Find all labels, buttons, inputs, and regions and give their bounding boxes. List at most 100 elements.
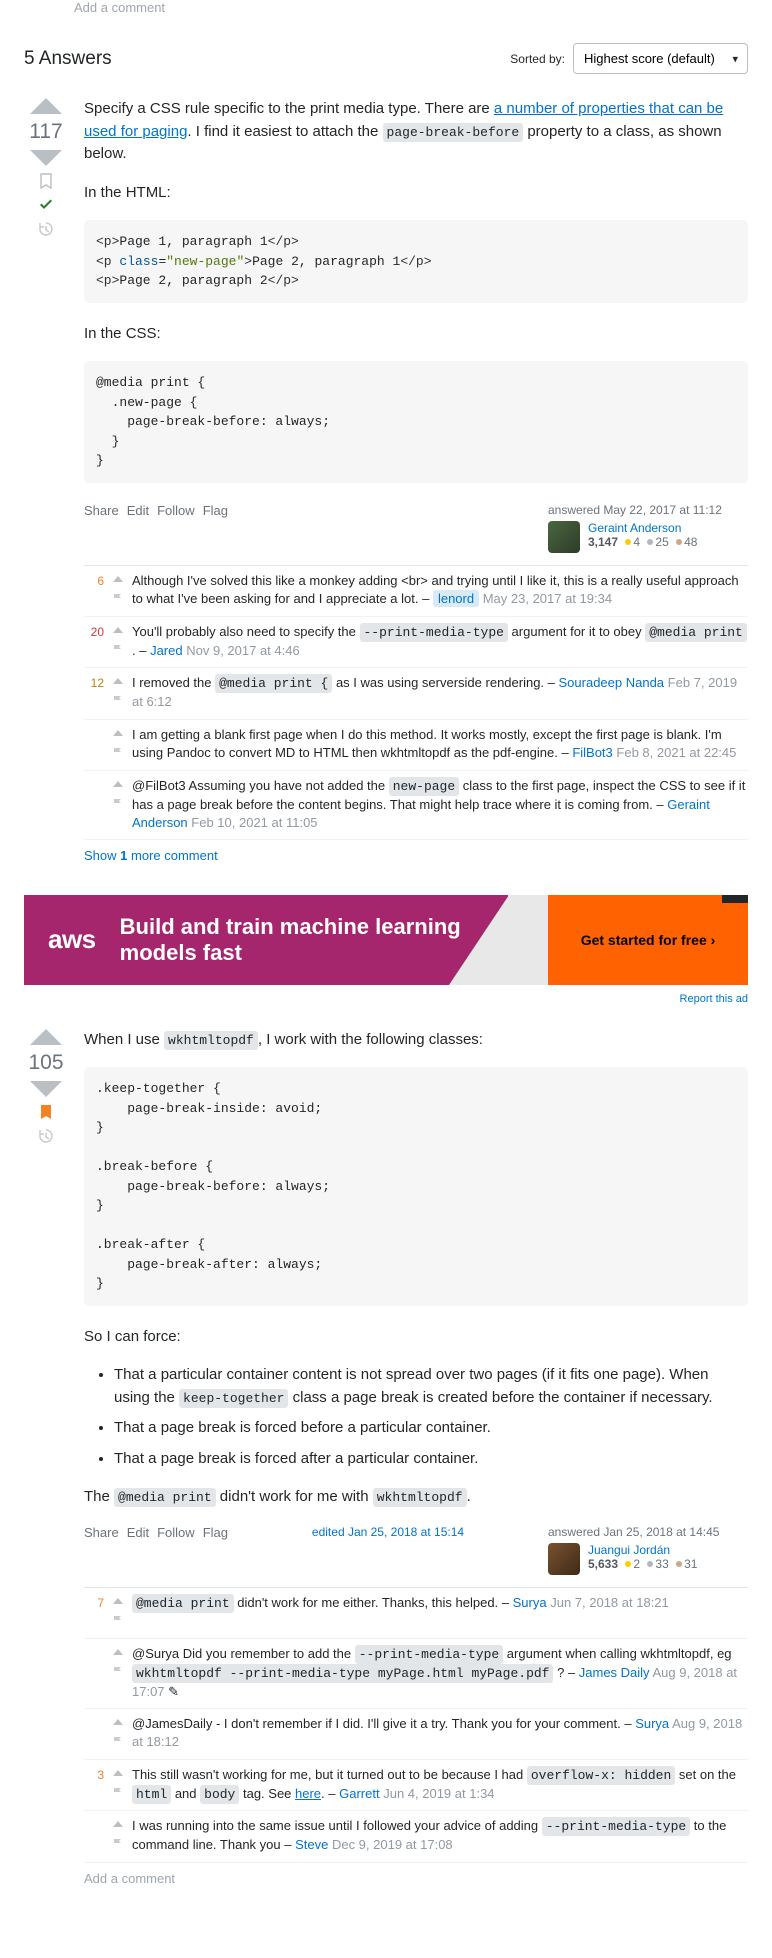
share-link[interactable]: Share — [84, 1525, 119, 1540]
comment-user-link[interactable]: FilBot3 — [572, 745, 612, 760]
comment-flag[interactable] — [112, 694, 124, 712]
share-link[interactable]: Share — [84, 503, 119, 518]
comment-upvote[interactable] — [112, 777, 124, 795]
bullet-item: That a page break is forced after a part… — [114, 1448, 748, 1471]
upvote-button[interactable] — [30, 1029, 62, 1045]
follow-link[interactable]: Follow — [157, 1525, 195, 1540]
comment-body: Although I've solved this like a monkey … — [132, 572, 748, 610]
comment-score — [84, 1645, 104, 1702]
history-button[interactable] — [37, 1127, 55, 1145]
comment-body: I was running into the same issue until … — [132, 1817, 748, 1855]
comment-link[interactable]: here — [295, 1786, 321, 1801]
comment-upvote[interactable] — [112, 1817, 124, 1835]
comment-user-link[interactable]: lenord — [433, 590, 479, 607]
avatar[interactable] — [548, 1543, 580, 1575]
user-name-link[interactable]: Juangui Jordán — [588, 1543, 697, 1557]
comment-flag[interactable] — [112, 592, 124, 610]
edit-link[interactable]: Edit — [127, 1525, 149, 1540]
answer: 117 Specify a CSS rule specific to the p… — [24, 98, 748, 871]
inline-code: --print-media-type — [360, 623, 508, 642]
comment-upvote[interactable] — [112, 1645, 124, 1663]
inline-code: wkhtmltopdf — [373, 1488, 467, 1507]
comment-user-link[interactable]: Surya — [513, 1595, 547, 1610]
comment-body: @Surya Did you remember to add the --pri… — [132, 1645, 748, 1702]
edit-link[interactable]: Edit — [127, 503, 149, 518]
user-stats: 5,633 2 33 31 — [588, 1557, 697, 1571]
comment-user-link[interactable]: Surya — [635, 1716, 669, 1731]
report-ad-link[interactable]: Report this ad — [24, 993, 748, 1005]
comment-flag[interactable] — [112, 643, 124, 661]
comment-date: Dec 9, 2019 at 17:08 — [332, 1837, 453, 1852]
answer-paragraph: So I can force: — [84, 1326, 748, 1349]
comment-flag[interactable] — [112, 1786, 124, 1804]
bookmark-button[interactable] — [37, 172, 55, 190]
user-card: answered Jan 25, 2018 at 14:45 Juangui J… — [548, 1525, 748, 1575]
code-block-css: .keep-together { page-break-inside: avoi… — [84, 1067, 748, 1306]
inline-code: @media print — [114, 1488, 216, 1507]
sort-select[interactable]: Highest score (default) — [573, 43, 748, 74]
comment-upvote[interactable] — [112, 1715, 124, 1733]
comment-score: 7 — [84, 1594, 104, 1632]
add-comment-link[interactable]: Add a comment — [84, 1863, 748, 1894]
comment: 20You'll probably also need to specify t… — [84, 617, 748, 668]
follow-link[interactable]: Follow — [157, 503, 195, 518]
inline-code: body — [200, 1785, 239, 1804]
comment-body: @FilBot3 Assuming you have not added the… — [132, 777, 748, 833]
comments-list: 6 Although I've solved this like a monkey… — [84, 565, 748, 840]
history-button[interactable] — [37, 220, 55, 238]
avatar[interactable] — [548, 521, 580, 553]
ad-banner[interactable]: aws Build and train machine learning mod… — [24, 895, 748, 985]
comment-upvote[interactable] — [112, 726, 124, 744]
inline-code: keep-together — [179, 1389, 288, 1408]
inline-code: @media print — [132, 1594, 234, 1613]
comment-upvote[interactable] — [112, 674, 124, 692]
add-comment-link-top[interactable]: Add a comment — [74, 0, 748, 15]
ad-cta[interactable]: Get started for free › — [548, 895, 748, 985]
edited-pencil-icon: ✎ — [168, 1684, 179, 1699]
downvote-button[interactable] — [30, 150, 62, 166]
bullet-item: That a page break is forced before a par… — [114, 1417, 748, 1440]
bookmark-button-active[interactable] — [37, 1103, 55, 1121]
comment-flag[interactable] — [112, 1837, 124, 1855]
comment-flag[interactable] — [112, 1735, 124, 1753]
comment-upvote[interactable] — [112, 1766, 124, 1784]
answer-paragraph: When I use wkhtmltopdf, I work with the … — [84, 1029, 748, 1052]
comment-score — [84, 1715, 104, 1753]
comment-flag[interactable] — [112, 1665, 124, 1683]
user-name-link[interactable]: Geraint Anderson — [588, 521, 697, 535]
comment-user-link[interactable]: Souradeep Nanda — [559, 675, 665, 690]
comment-user-link[interactable]: Jared — [150, 643, 183, 658]
comment-score: 6 — [84, 572, 104, 610]
comment-body: I am getting a blank first page when I d… — [132, 726, 748, 764]
comment-flag[interactable] — [112, 797, 124, 815]
comment-upvote[interactable] — [112, 572, 124, 590]
comment-date: Feb 8, 2021 at 22:45 — [616, 745, 736, 760]
comment-user-link[interactable]: Garrett — [339, 1786, 379, 1801]
comment: I am getting a blank first page when I d… — [84, 720, 748, 771]
downvote-button[interactable] — [30, 1081, 62, 1097]
answers-count-header: 5 Answers — [24, 48, 112, 70]
show-more-comments[interactable]: Show 1 more comment — [84, 840, 748, 871]
inline-code: new-page — [389, 777, 459, 796]
comment-upvote[interactable] — [112, 1594, 124, 1612]
comment-date: Jun 7, 2018 at 18:21 — [550, 1595, 669, 1610]
comment-body: @media print didn't work for me either. … — [132, 1594, 748, 1632]
html-label: In the HTML: — [84, 182, 748, 205]
comment-flag[interactable] — [112, 746, 124, 764]
comment-score: 3 — [84, 1766, 104, 1804]
inline-code: @media print — [645, 623, 747, 642]
answered-time: answered Jan 25, 2018 at 14:45 — [548, 1525, 748, 1539]
comment-body: @JamesDaily - I don't remember if I did.… — [132, 1715, 748, 1753]
inline-code: --print-media-type — [355, 1645, 503, 1664]
comment-upvote[interactable] — [112, 623, 124, 641]
comment: 7 @media print didn't work for me either.… — [84, 1588, 748, 1639]
edited-time-link[interactable]: edited Jan 25, 2018 at 15:14 — [312, 1525, 464, 1539]
css-label: In the CSS: — [84, 323, 748, 346]
comment-user-link[interactable]: James Daily — [579, 1665, 650, 1680]
comment: @Surya Did you remember to add the --pri… — [84, 1639, 748, 1709]
comment-user-link[interactable]: Steve — [295, 1837, 328, 1852]
flag-link[interactable]: Flag — [203, 1525, 228, 1540]
flag-link[interactable]: Flag — [203, 503, 228, 518]
comment-flag[interactable] — [112, 1614, 124, 1632]
upvote-button[interactable] — [30, 98, 62, 114]
